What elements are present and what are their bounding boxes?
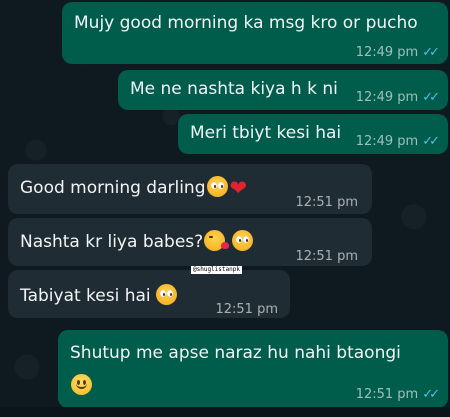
message-text: Nashta kr liya babes? xyxy=(20,232,204,252)
message-meta: 12:49 pm ✓✓ xyxy=(355,131,440,153)
message-bubble-outgoing[interactable]: Mujy good morning ka msg kro or pucho 12… xyxy=(62,2,448,64)
pleading-face-emoji xyxy=(232,230,254,251)
message-meta: 12:51 pm ✓✓ xyxy=(355,384,440,406)
message-text: Tabiyat kesi hai xyxy=(20,286,151,306)
message-text-line xyxy=(70,374,92,397)
double-check-icon: ✓✓ xyxy=(422,45,440,60)
message-time: 12:49 pm xyxy=(355,90,419,105)
message-text: Mujy good morning ka msg kro or pucho xyxy=(74,13,418,33)
watermark-label: @shuglistanpk xyxy=(191,266,242,274)
red-heart-emoji: ❤ xyxy=(229,176,248,200)
message-text: Shutup me apse naraz hu nahi btaongi xyxy=(70,343,401,363)
pleading-face-emoji xyxy=(206,176,228,197)
message-time: 12:51 pm xyxy=(215,302,278,317)
message-meta: 12:51 pm xyxy=(215,299,278,321)
smiling-face-emoji xyxy=(71,374,92,395)
message-text-line: Tabiyat kesi hai xyxy=(20,284,177,307)
message-bubble-incoming[interactable]: Good morning darling ❤ 12:51 pm xyxy=(8,164,372,214)
message-time: 12:51 pm xyxy=(295,249,358,264)
bottom-edge xyxy=(0,407,450,417)
message-text: Me ne nashta kiya h k ni xyxy=(130,79,338,99)
message-time: 12:49 pm xyxy=(355,45,419,60)
double-check-icon: ✓✓ xyxy=(422,134,440,149)
message-meta: 12:51 pm xyxy=(295,246,358,268)
message-time: 12:49 pm xyxy=(355,134,419,149)
message-meta: 12:49 pm ✓✓ xyxy=(355,87,440,109)
message-time: 12:51 pm xyxy=(355,387,419,402)
message-bubble-outgoing[interactable]: Me ne nashta kiya h k ni 12:49 pm ✓✓ xyxy=(118,70,448,110)
double-check-icon: ✓✓ xyxy=(422,90,440,105)
message-time: 12:51 pm xyxy=(295,195,358,210)
kissing-face-emoji xyxy=(204,230,230,251)
message-text: Good morning darling xyxy=(20,178,206,198)
message-bubble-incoming[interactable]: Tabiyat kesi hai 12:51 pm xyxy=(8,270,290,318)
double-check-icon: ✓✓ xyxy=(422,387,440,402)
message-meta: 12:51 pm xyxy=(295,192,358,214)
message-text-line: Nashta kr liya babes? xyxy=(20,230,254,253)
message-meta: 12:49 pm ✓✓ xyxy=(355,42,440,64)
message-bubble-outgoing[interactable]: Meri tbiyt kesi hai 12:49 pm ✓✓ xyxy=(178,114,448,154)
message-text: Meri tbiyt kesi hai xyxy=(190,123,342,143)
message-bubble-incoming[interactable]: Nashta kr liya babes? 12:51 pm xyxy=(8,218,372,266)
message-bubble-outgoing[interactable]: Shutup me apse naraz hu nahi btaongi 12:… xyxy=(58,330,448,408)
pleading-face-emoji xyxy=(155,284,177,305)
message-text-line: Good morning darling ❤ xyxy=(20,176,247,199)
